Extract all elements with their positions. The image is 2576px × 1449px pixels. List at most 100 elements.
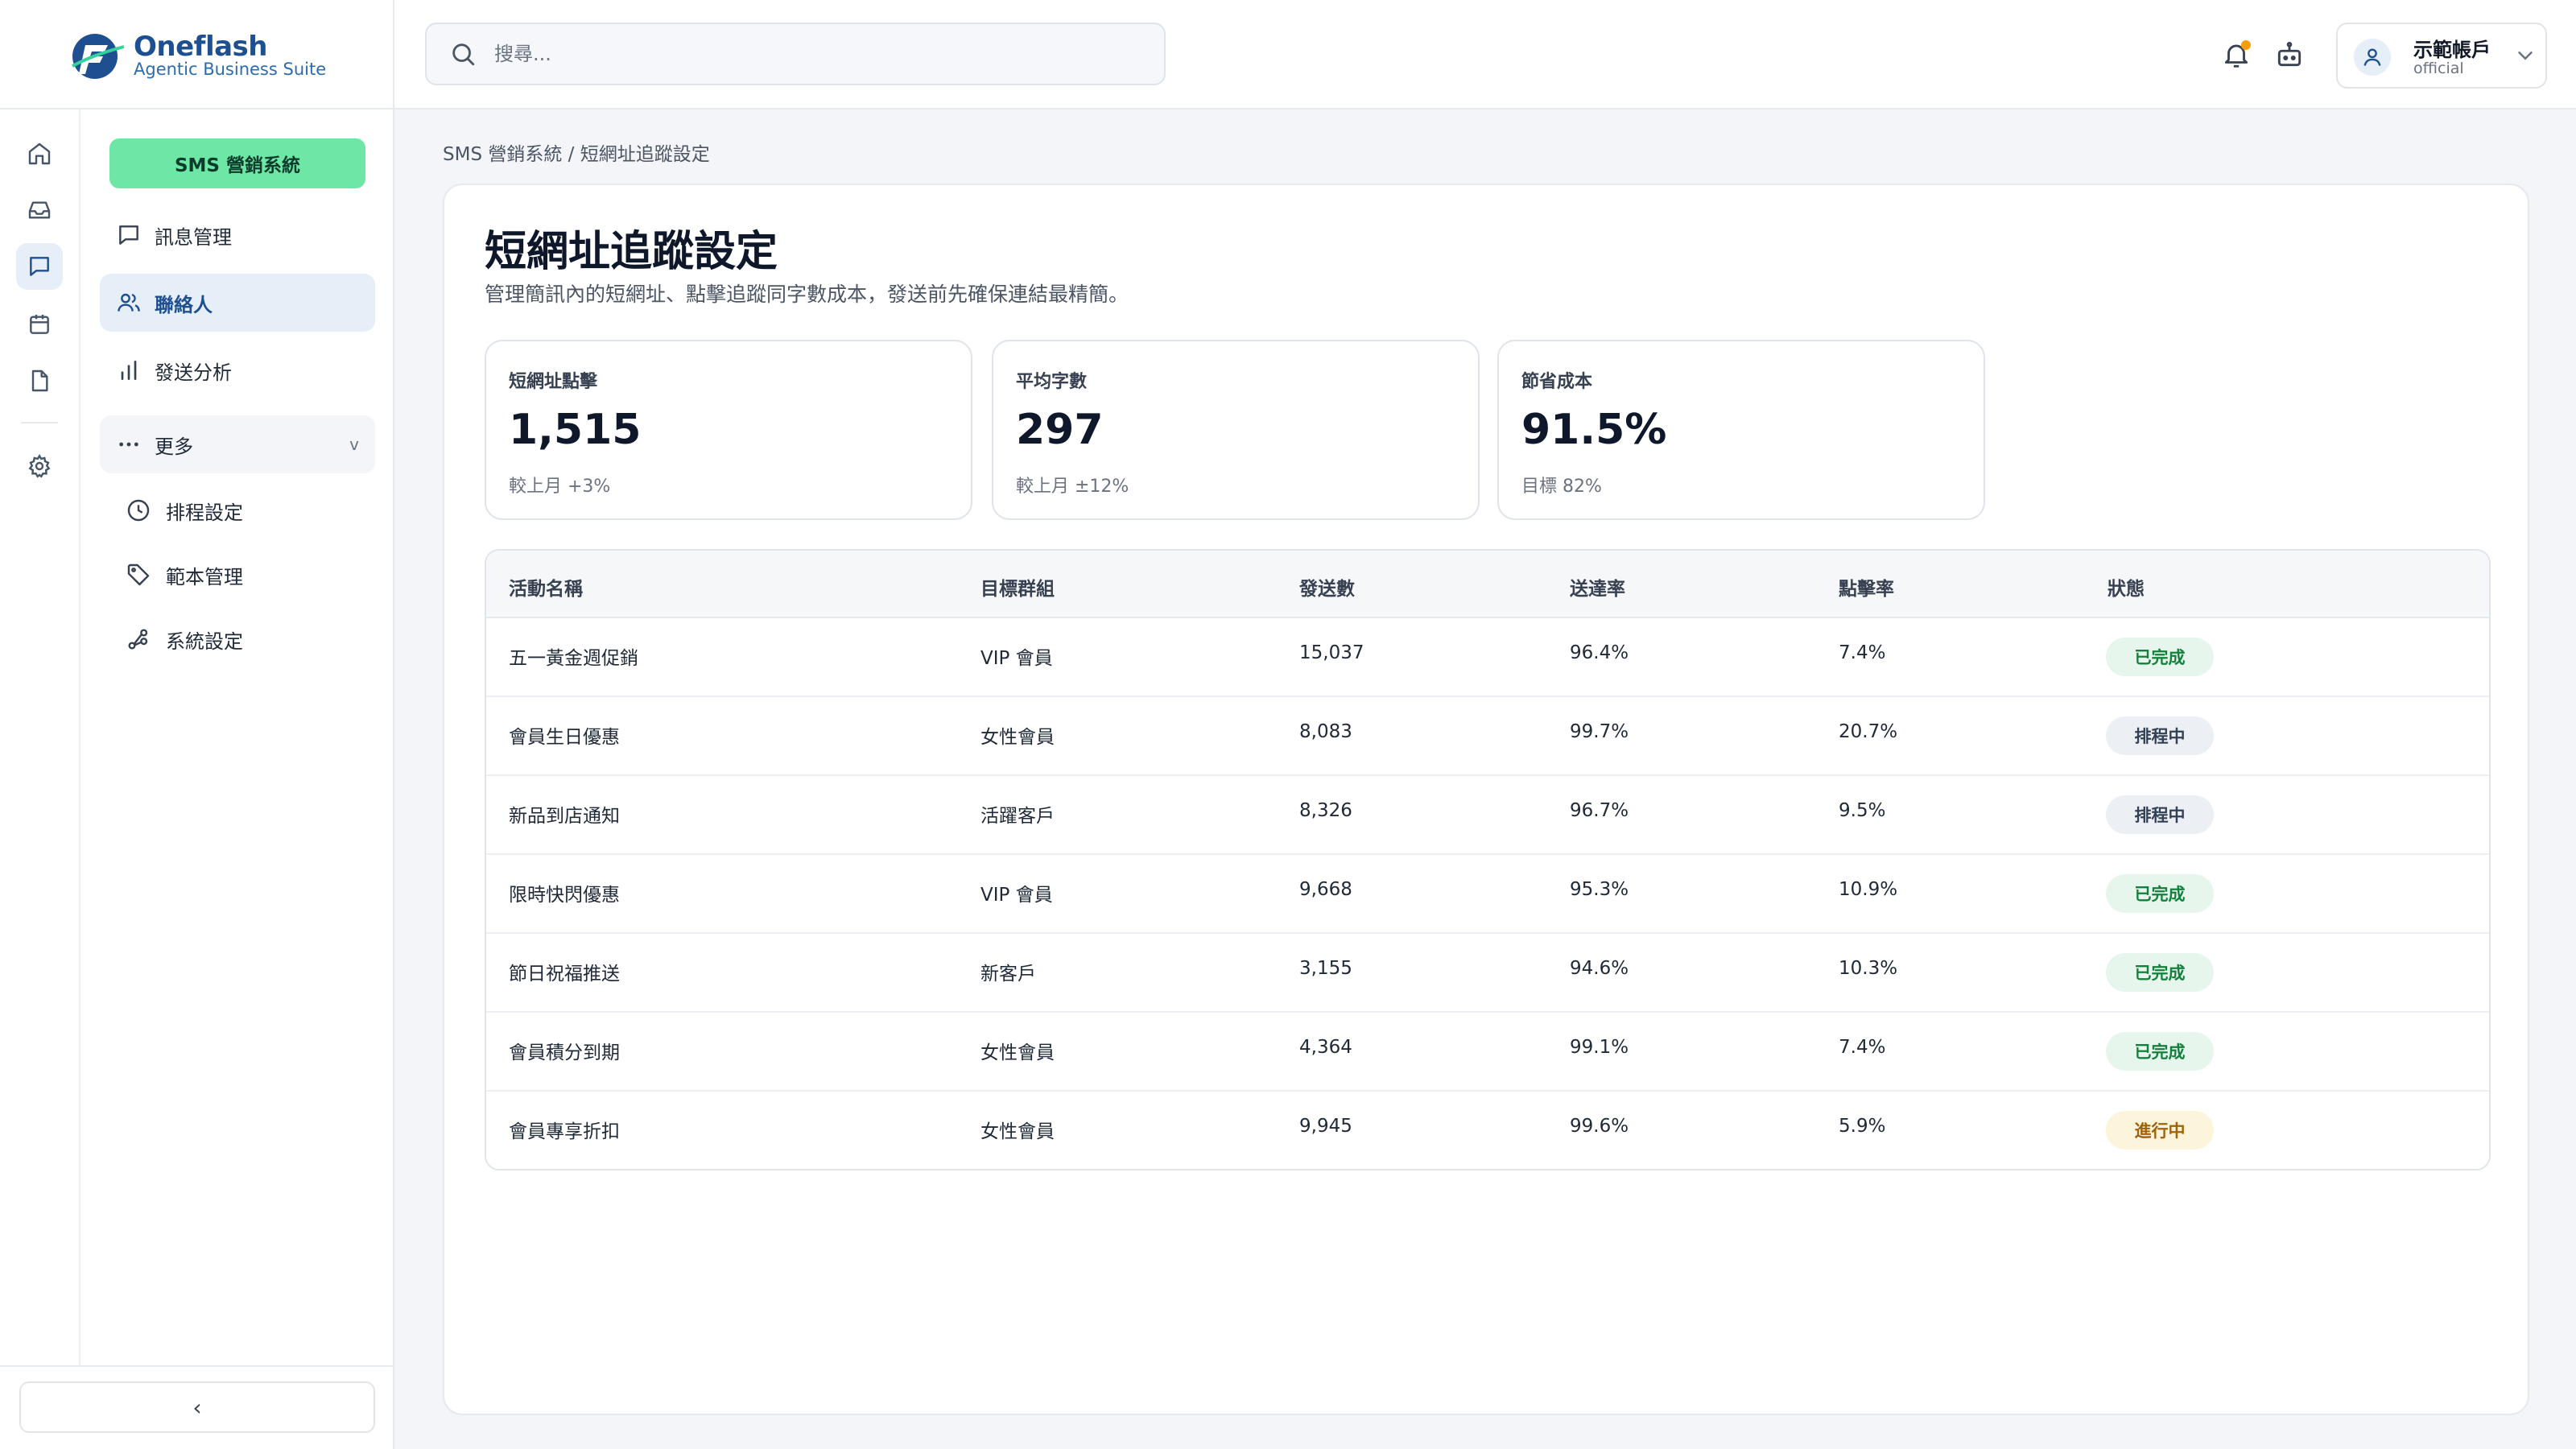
column-header-group[interactable]: 目標群組 <box>980 573 1055 601</box>
icon-rail <box>0 109 80 1365</box>
cell-campaign-name: 五一黃金週促銷 <box>509 648 638 669</box>
cell-sent-count: 9,945 <box>1299 1116 1352 1137</box>
sub-item-label: 系統設定 <box>166 630 243 653</box>
table-row[interactable]: 五一黃金週促銷 VIP 會員 15,037 96.4% 7.4% 已完成 <box>486 618 2489 697</box>
stat-card-average-chars: 平均字數 297 較上月 ±12% <box>992 340 1480 520</box>
cell-campaign-name: 節日祝福推送 <box>509 964 620 985</box>
brand-logo-area[interactable]: Oneflash Agentic Business Suite <box>0 0 394 109</box>
cell-sent-count: 4,364 <box>1299 1037 1352 1058</box>
stat-subtext: 較上月 +3% <box>509 477 611 497</box>
cell-target-group: 活躍客戶 <box>980 806 1055 827</box>
status-badge: 已完成 <box>2106 874 2214 913</box>
top-bar: 示範帳戶 official <box>394 0 2576 109</box>
nav-item-messages[interactable]: 訊息管理 <box>100 206 375 264</box>
nav-item-label: 更多 <box>155 435 193 458</box>
cell-target-group: 女性會員 <box>980 1121 1055 1142</box>
status-badge: 排程中 <box>2106 716 2214 755</box>
sidebar: Oneflash Agentic Business Suite SMS 營銷系統… <box>0 0 394 1449</box>
cell-target-group: VIP 會員 <box>980 648 1053 669</box>
cell-target-group: 新客戶 <box>980 964 1036 985</box>
stat-label: 短網址點擊 <box>509 372 598 392</box>
table-row[interactable]: 新品到店通知 活躍客戶 8,326 96.7% 9.5% 排程中 <box>486 776 2489 855</box>
settings-gear-icon[interactable] <box>16 443 63 489</box>
sub-item-system-settings[interactable]: 系統設定 <box>126 613 367 665</box>
cell-click-rate: 5.9% <box>1839 1116 1886 1137</box>
cell-campaign-name: 會員專享折扣 <box>509 1121 620 1142</box>
tag-icon <box>127 564 150 586</box>
brand-tagline: Agentic Business Suite <box>134 60 327 79</box>
cell-delivery-rate: 95.3% <box>1570 879 1629 900</box>
cell-sent-count: 8,083 <box>1299 721 1352 742</box>
calendar-icon[interactable] <box>16 301 63 348</box>
stat-label: 節省成本 <box>1521 372 1593 392</box>
table-row[interactable]: 會員積分到期 女性會員 4,364 99.1% 7.4% 已完成 <box>486 1013 2489 1092</box>
collapse-sidebar-button[interactable]: ‹ <box>19 1381 375 1433</box>
cell-sent-count: 3,155 <box>1299 958 1352 979</box>
nav-item-contacts[interactable]: 聯絡人 <box>100 274 375 332</box>
table-row[interactable]: 節日祝福推送 新客戶 3,155 94.6% 10.3% 已完成 <box>486 934 2489 1013</box>
cell-click-rate: 7.4% <box>1839 642 1886 663</box>
cell-campaign-name: 限時快閃優惠 <box>509 885 620 906</box>
sidebar-divider <box>0 1365 394 1367</box>
cell-delivery-rate: 99.7% <box>1570 721 1629 742</box>
campaign-table: 活動名稱 目標群組 發送數 送達率 點擊率 狀態 五一黃金週促銷 VIP 會員 15… <box>485 549 2491 1170</box>
cell-delivery-rate: 99.1% <box>1570 1037 1629 1058</box>
status-badge: 進行中 <box>2106 1111 2214 1150</box>
notification-dot <box>2241 40 2251 50</box>
column-header-status[interactable]: 狀態 <box>2107 573 2145 601</box>
inbox-icon[interactable] <box>16 187 63 233</box>
table-header: 活動名稱 目標群組 發送數 送達率 點擊率 狀態 <box>486 551 2489 618</box>
chevron-down-icon <box>2518 52 2533 60</box>
nav-item-more[interactable]: 更多 v <box>100 415 375 473</box>
cell-click-rate: 10.3% <box>1839 958 1898 979</box>
sub-item-schedule[interactable]: 排程設定 <box>126 485 367 536</box>
clock-icon <box>127 499 150 522</box>
account-menu[interactable]: 示範帳戶 official <box>2336 23 2547 89</box>
stat-value: 91.5% <box>1521 406 1667 454</box>
notifications-button[interactable] <box>2217 35 2256 74</box>
cell-campaign-name: 新品到店通知 <box>509 806 620 827</box>
status-badge: 排程中 <box>2106 795 2214 834</box>
nav-item-label: 聯絡人 <box>155 293 213 316</box>
account-role: official <box>2413 60 2464 77</box>
table-row[interactable]: 會員生日優惠 女性會員 8,083 99.7% 20.7% 排程中 <box>486 697 2489 776</box>
chevron-down-icon: v <box>349 435 359 454</box>
table-row[interactable]: 會員專享折扣 女性會員 9,945 99.6% 5.9% 進行中 <box>486 1092 2489 1169</box>
cell-click-rate: 7.4% <box>1839 1037 1886 1058</box>
chevron-left-icon: ‹ <box>192 1393 202 1421</box>
stat-subtext: 目標 82% <box>1521 477 1602 497</box>
brand-name: Oneflash <box>134 31 268 63</box>
user-icon <box>2363 48 2381 66</box>
nav-item-analytics[interactable]: 發送分析 <box>100 341 375 399</box>
table-row[interactable]: 限時快閃優惠 VIP 會員 9,668 95.3% 10.9% 已完成 <box>486 855 2489 934</box>
search-input[interactable] <box>494 43 1138 65</box>
column-header-delivery[interactable]: 送達率 <box>1570 573 1625 601</box>
search-icon <box>452 43 475 66</box>
cell-delivery-rate: 94.6% <box>1570 958 1629 979</box>
more-horizontal-icon <box>119 442 138 447</box>
column-header-name[interactable]: 活動名稱 <box>509 573 583 601</box>
cell-sent-count: 9,668 <box>1299 879 1352 900</box>
cell-delivery-rate: 99.6% <box>1570 1116 1629 1137</box>
chat-icon[interactable] <box>16 243 63 290</box>
home-icon[interactable] <box>16 130 63 177</box>
bar-chart-icon <box>121 361 137 380</box>
stat-label: 平均字數 <box>1016 372 1088 392</box>
cell-delivery-rate: 96.7% <box>1570 800 1629 821</box>
cell-sent-count: 8,326 <box>1299 800 1352 821</box>
cell-target-group: 女性會員 <box>980 727 1055 748</box>
column-header-ctr[interactable]: 點擊率 <box>1839 573 1894 601</box>
cell-delivery-rate: 96.4% <box>1570 642 1629 663</box>
file-icon[interactable] <box>16 357 63 404</box>
sub-item-templates[interactable]: 範本管理 <box>126 549 367 601</box>
account-name: 示範帳戶 <box>2413 39 2491 61</box>
sms-system-header-button[interactable]: SMS 營銷系統 <box>109 138 365 188</box>
status-badge: 已完成 <box>2106 953 2214 992</box>
ai-assistant-button[interactable] <box>2270 35 2309 74</box>
sub-item-label: 排程設定 <box>166 501 243 524</box>
search-box[interactable] <box>425 23 1166 85</box>
column-header-sent[interactable]: 發送數 <box>1299 573 1355 601</box>
cell-campaign-name: 會員積分到期 <box>509 1042 620 1063</box>
cell-sent-count: 15,037 <box>1299 642 1364 663</box>
cell-campaign-name: 會員生日優惠 <box>509 727 620 748</box>
